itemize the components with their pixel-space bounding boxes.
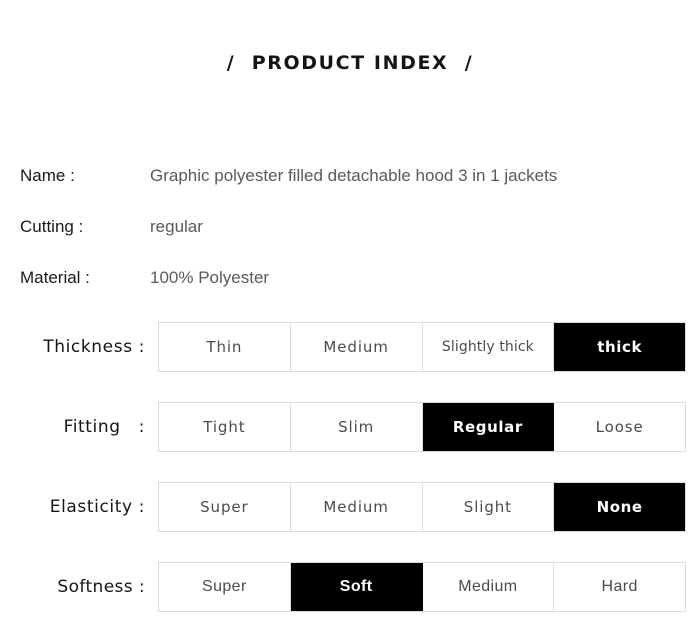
option-fitting-slim[interactable]: Slim: [291, 403, 423, 451]
attribute-label-softness: Softness :: [57, 577, 145, 597]
product-info-list: Name : Graphic polyester filled detachab…: [0, 150, 700, 303]
attribute-row-elasticity: Elasticity : Super Medium Slight None: [0, 482, 700, 532]
option-fitting-regular[interactable]: Regular: [422, 403, 555, 451]
option-thickness-thick[interactable]: thick: [554, 323, 685, 371]
info-value-material: 100% Polyester: [150, 268, 270, 287]
option-fitting-tight[interactable]: Tight: [159, 403, 291, 451]
option-elasticity-medium[interactable]: Medium: [291, 483, 423, 531]
option-thickness-thin[interactable]: Thin: [159, 323, 291, 371]
option-softness-hard[interactable]: Hard: [554, 563, 685, 611]
info-label-cutting: Cutting :: [20, 217, 84, 236]
attribute-row-fitting: Fitting : Tight Slim Regular Loose: [0, 402, 700, 452]
attribute-row-thickness: Thickness : Thin Medium Slightly thick t…: [0, 322, 700, 372]
info-label-name: Name :: [20, 166, 75, 185]
info-value-name: Graphic polyester filled detachable hood…: [150, 166, 558, 185]
option-softness-soft[interactable]: Soft: [290, 563, 423, 611]
info-label-material: Material :: [20, 268, 90, 287]
attribute-label-thickness: Thickness :: [43, 337, 145, 357]
product-attributes: Thickness : Thin Medium Slightly thick t…: [0, 322, 700, 642]
attribute-options-thickness: Thin Medium Slightly thick thick: [158, 322, 686, 372]
info-row-name: Name : Graphic polyester filled detachab…: [0, 150, 700, 201]
option-elasticity-super[interactable]: Super: [159, 483, 291, 531]
attribute-options-elasticity: Super Medium Slight None: [158, 482, 686, 532]
option-thickness-slightly-thick[interactable]: Slightly thick: [423, 323, 555, 371]
option-softness-medium[interactable]: Medium: [423, 563, 555, 611]
option-fitting-loose[interactable]: Loose: [554, 403, 685, 451]
info-row-cutting: Cutting : regular: [0, 201, 700, 252]
page-title: / PRODUCT INDEX /: [0, 52, 700, 74]
attribute-options-softness: Super Soft Medium Hard: [158, 562, 686, 612]
attribute-options-fitting: Tight Slim Regular Loose: [158, 402, 686, 452]
info-row-material: Material : 100% Polyester: [0, 252, 700, 303]
attribute-label-elasticity: Elasticity :: [49, 497, 145, 517]
attribute-row-softness: Softness : Super Soft Medium Hard: [0, 562, 700, 612]
page-title-text: / PRODUCT INDEX /: [226, 52, 474, 74]
option-elasticity-slight[interactable]: Slight: [423, 483, 555, 531]
option-elasticity-none[interactable]: None: [554, 483, 685, 531]
option-softness-super[interactable]: Super: [159, 563, 291, 611]
option-thickness-medium[interactable]: Medium: [291, 323, 423, 371]
attribute-label-fitting: Fitting :: [63, 417, 145, 437]
info-value-cutting: regular: [150, 217, 203, 236]
